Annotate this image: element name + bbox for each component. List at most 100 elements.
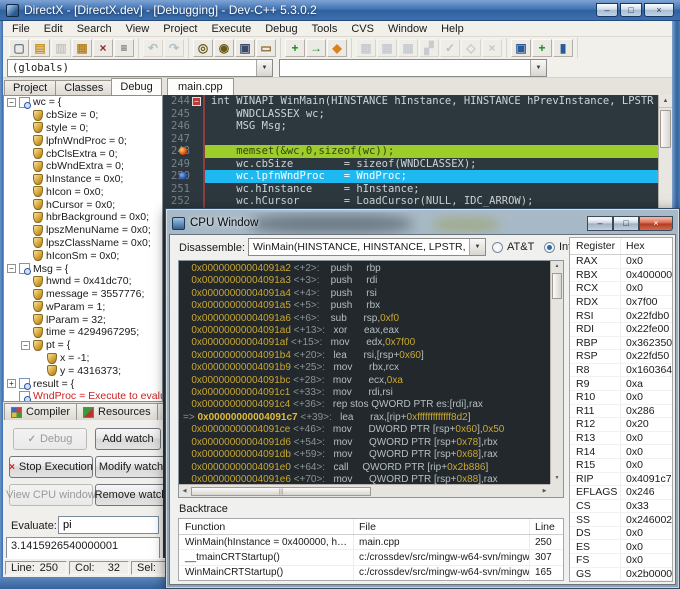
scroll-down-icon[interactable]: ▼ [551, 473, 563, 484]
line-number[interactable]: 248 [163, 145, 205, 158]
function-combo[interactable]: WinMain(HINSTANCE, HINSTANCE, LPSTR, int… [248, 238, 486, 256]
chevron-down-icon[interactable]: ▼ [256, 60, 272, 76]
save-icon[interactable]: ▥ [51, 39, 71, 57]
view-cpu-window-button[interactable]: View CPU window [9, 484, 93, 506]
console-hscrollbar[interactable]: ◀ ||| ▶ [179, 484, 550, 497]
add-watch-button[interactable]: Add watch [95, 428, 161, 450]
menu-item-debug[interactable]: Debug [258, 22, 304, 36]
console-vscroll-thumb[interactable] [552, 273, 562, 299]
backtrace-row[interactable]: WinMainCRTStartup()c:/crossdev/src/mingw… [179, 566, 563, 581]
watch-item[interactable]: lpfnWndProc = 0; [4, 134, 162, 147]
abort-icon[interactable]: × [482, 39, 502, 57]
watch-item[interactable]: lParam = 32; [4, 313, 162, 326]
chevron-down-icon[interactable]: ▼ [530, 60, 546, 76]
line-number[interactable]: 249 [163, 158, 205, 171]
tab-classes[interactable]: Classes [55, 80, 112, 95]
find-in-files-icon[interactable]: ◉ [214, 39, 234, 57]
line-number[interactable]: 246 [163, 120, 205, 133]
code-line[interactable]: 244−int WINAPI WinMain(HINSTANCE hInstan… [163, 95, 672, 108]
disassembly-console[interactable]: 0x00000000004091a2 <+2>: push rbp 0x0000… [178, 260, 564, 498]
menu-item-project[interactable]: Project [156, 22, 204, 36]
watch-item[interactable]: cbClsExtra = 0; [4, 147, 162, 160]
watch-item[interactable]: time = 4294967295; [4, 326, 162, 339]
evaluate-input[interactable] [58, 516, 159, 534]
watch-item[interactable]: lpszClassName = 0x0; [4, 237, 162, 250]
line-number[interactable]: 247 [163, 133, 205, 146]
backtrace-row[interactable]: WinMain(hInstance = 0x400000, hPrevInsta… [179, 535, 563, 550]
watch-item[interactable]: −wc = { [4, 96, 162, 109]
breakpoint-icon[interactable] [179, 147, 187, 155]
code-line[interactable]: 251 wc.hInstance = hInstance; [163, 183, 672, 196]
watch-item[interactable]: message = 3557776; [4, 288, 162, 301]
remove-watch-button[interactable]: Remove watch [95, 484, 163, 506]
watch-item[interactable]: hbrBackground = 0x0; [4, 211, 162, 224]
menu-item-edit[interactable]: Edit [37, 22, 70, 36]
watch-item[interactable]: −pt = { [4, 339, 162, 352]
open-file-icon[interactable]: ▤ [30, 39, 50, 57]
project-options-icon[interactable]: ▮ [553, 39, 573, 57]
fold-marker-icon[interactable]: − [192, 97, 201, 106]
watch-item[interactable]: WndProc = Execute to evaluate [4, 390, 162, 402]
cpu-maximize-button[interactable]: □ [613, 216, 639, 231]
watch-item[interactable]: hIcon = 0x0; [4, 185, 162, 198]
watch-item[interactable]: hInstance = 0x0; [4, 173, 162, 186]
watch-item[interactable]: hwnd = 0x41dc70; [4, 275, 162, 288]
replace-icon[interactable]: ▣ [235, 39, 255, 57]
att-radio[interactable]: AT&T [492, 241, 534, 253]
find-icon[interactable]: ◎ [193, 39, 213, 57]
line-number[interactable]: 250 [163, 170, 205, 183]
code-line[interactable]: 249 wc.cbSize = sizeof(WNDCLASSEX); [163, 158, 672, 171]
watch-item[interactable]: −Msg = { [4, 262, 162, 275]
menu-item-cvs[interactable]: CVS [344, 22, 381, 36]
tab-debug[interactable]: Debug [111, 78, 161, 95]
watch-item[interactable]: +result = { [4, 377, 162, 390]
open-project-icon[interactable]: ▣ [511, 39, 531, 57]
close-button[interactable]: × [644, 3, 674, 17]
watch-item[interactable]: cbSize = 0; [4, 109, 162, 122]
line-number[interactable]: 244− [163, 95, 205, 108]
editor-vscroll-thumb[interactable] [660, 110, 671, 148]
code-line[interactable]: 248 memset(&wc,0,sizeof(wc)); [163, 145, 672, 158]
tab-resources[interactable]: Resources [76, 403, 158, 420]
watch-item[interactable]: lpszMenuName = 0x0; [4, 224, 162, 237]
code-line[interactable]: 252 wc.hCursor = LoadCursor(NULL, IDC_AR… [163, 195, 672, 208]
print-icon[interactable]: ≡ [114, 39, 134, 57]
menu-item-search[interactable]: Search [70, 22, 119, 36]
line-number[interactable]: 251 [163, 183, 205, 196]
globals-combo[interactable]: (globals) ▼ [7, 59, 273, 77]
code-line[interactable]: 245 WNDCLASSEX wc; [163, 108, 672, 121]
code-line[interactable]: 247 [163, 133, 672, 146]
window-titlebar[interactable]: DirectX - [DirectX.dev] - [Debugging] - … [0, 0, 680, 21]
cpu-close-button[interactable]: × [639, 216, 673, 231]
run-icon[interactable]: → [306, 39, 326, 57]
collapse-icon[interactable]: − [21, 341, 30, 350]
secondary-combo[interactable]: ▼ [279, 59, 547, 77]
goto-bookmarks-icon[interactable]: ▦ [398, 39, 418, 57]
collapse-icon[interactable]: − [7, 98, 16, 107]
maximize-button[interactable]: □ [620, 3, 642, 17]
goto-line-icon[interactable]: ▭ [256, 39, 276, 57]
watch-item[interactable]: hIconSm = 0x0; [4, 249, 162, 262]
watch-item[interactable]: wParam = 1; [4, 301, 162, 314]
collapse-icon[interactable]: − [7, 264, 16, 273]
add-to-project-icon[interactable]: + [532, 39, 552, 57]
compile-icon[interactable]: + [285, 39, 305, 57]
redo-icon[interactable]: ↷ [164, 39, 184, 57]
stop-execution-button[interactable]: × Stop Execution [9, 456, 93, 478]
tab-project[interactable]: Project [4, 80, 56, 95]
scroll-right-icon[interactable]: ▶ [539, 488, 550, 494]
minimize-button[interactable]: – [596, 3, 618, 17]
menu-item-window[interactable]: Window [381, 22, 434, 36]
save-all-icon[interactable]: ▦ [72, 39, 92, 57]
console-vscrollbar[interactable]: ▲ ▼ [550, 261, 563, 484]
console-hscroll-thumb[interactable]: ||| [191, 487, 371, 496]
scroll-up-icon[interactable]: ▲ [551, 261, 563, 272]
watch-item[interactable]: y = 4316373; [4, 364, 162, 377]
profile-icon[interactable]: ◇ [461, 39, 481, 57]
code-line[interactable]: 250 wc.lpfnWndProc = WndProc; [163, 170, 672, 183]
expand-icon[interactable]: + [7, 379, 16, 388]
toggle-bookmarks-icon[interactable]: ▦ [377, 39, 397, 57]
chevron-down-icon[interactable]: ▼ [469, 239, 485, 255]
line-number[interactable]: 245 [163, 108, 205, 121]
watch-item[interactable]: hCursor = 0x0; [4, 198, 162, 211]
